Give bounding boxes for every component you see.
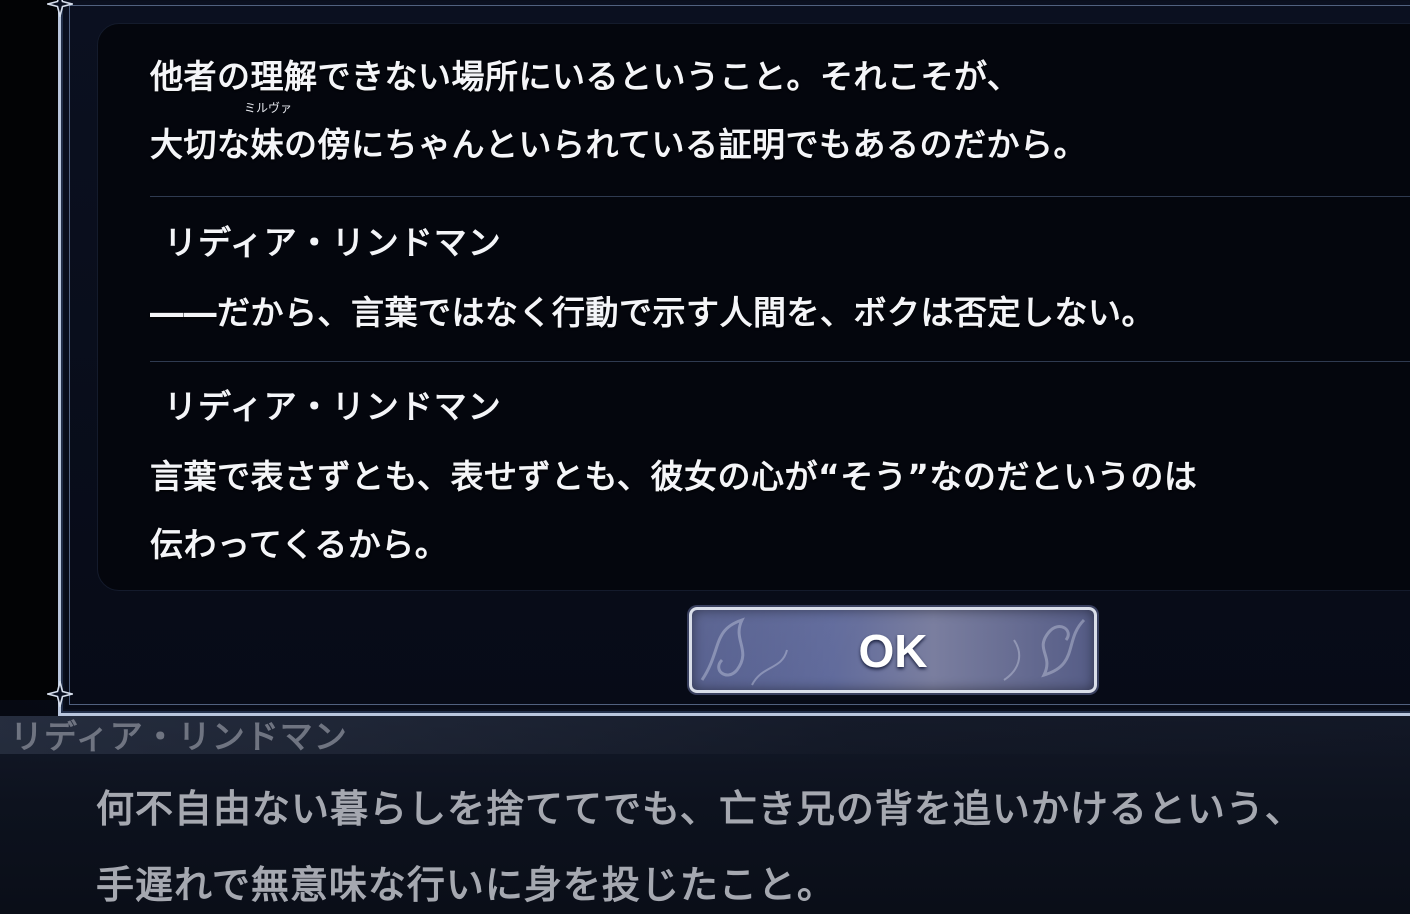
message-box[interactable]: リディア・リンドマン 何不自由ない暮らしを捨ててでも、亡き兄の背を追いかけるとい… (0, 716, 1410, 914)
backlog-line: 大切な妹の傍にちゃんといられている証明でもあるのだから。 (150, 125, 1088, 164)
backlog-window: 他者の理解できない場所にいるということ。それこそが、 ミルヴァ 大切な妹の傍にち… (47, 0, 1410, 716)
backlog-line: 伝わってくるから。 (150, 525, 449, 564)
corner-star-icon (47, 681, 73, 707)
ok-button[interactable]: OK (689, 607, 1097, 693)
entry-divider (150, 196, 1410, 197)
backlog-text-panel[interactable]: 他者の理解できない場所にいるということ。それこそが、 ミルヴァ 大切な妹の傍にち… (97, 23, 1410, 591)
backlog-line: 他者の理解できない場所にいるということ。それこそが、 (150, 57, 1021, 96)
backlog-speaker-name: リディア・リンドマン (164, 223, 502, 262)
ruby-annotation: ミルヴァ (244, 101, 293, 115)
entry-divider (150, 361, 1410, 362)
message-line-1: 何不自由ない暮らしを捨ててでも、亡き兄の背を追いかけるという、 (96, 787, 1304, 831)
left-edge-shadow (0, 0, 58, 700)
backlog-line: 言葉で表さずとも、表せずとも、彼女の心が“そう”なのだというのは (150, 457, 1198, 496)
game-screen: リディア・リンドマン 何不自由ない暮らしを捨ててでも、亡き兄の背を追いかけるとい… (0, 0, 1410, 914)
backlog-speaker-name: リディア・リンドマン (164, 387, 502, 426)
message-speaker-name: リディア・リンドマン (10, 717, 348, 756)
ok-button-label: OK (858, 625, 928, 677)
message-line-2: 手遅れで無意味な行いに身を投じたこと。 (96, 863, 836, 907)
backlog-line: ――だから、言葉ではなく行動で示す人間を、ボクは否定しない。 (150, 293, 1155, 332)
corner-star-icon (47, 0, 73, 17)
